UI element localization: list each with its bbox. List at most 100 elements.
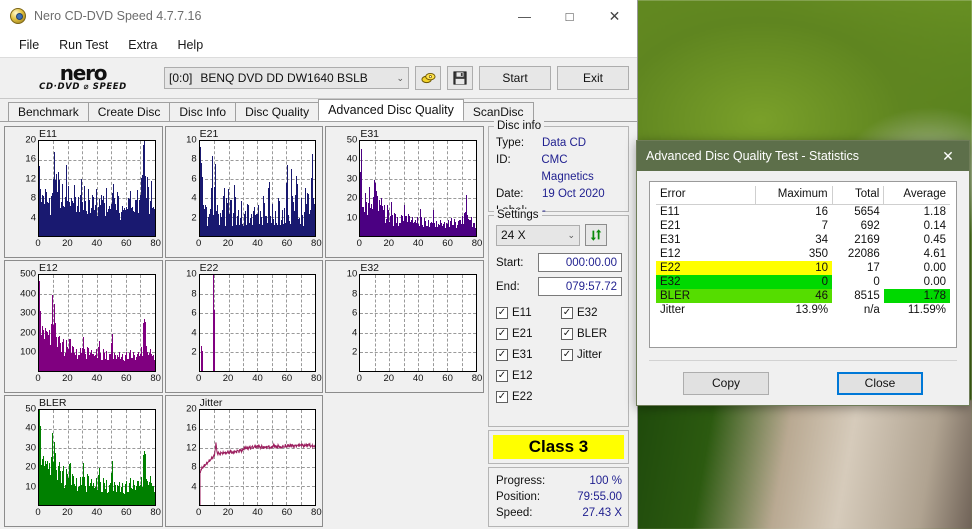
tab-create-disc[interactable]: Create Disc: [87, 102, 171, 121]
start-button[interactable]: Start: [479, 66, 551, 90]
floppy-save-icon: [453, 71, 467, 85]
speed-select[interactable]: 24 X ⌄: [496, 224, 580, 246]
class-badge: Class 3: [493, 435, 624, 459]
column-header: Total: [832, 186, 885, 205]
refresh-button[interactable]: [585, 224, 607, 246]
y-tick-label: 10: [25, 480, 36, 492]
y-tick-label: 30: [25, 441, 36, 453]
chart-grid: E11 4 8 12 16 20 0 20 40 60 80 E21 2 4 6 8 10 0 20 40 60 80 E3…: [4, 126, 484, 527]
checkbox-e32[interactable]: ✓ E32: [561, 303, 622, 322]
minimize-button[interactable]: —: [502, 1, 547, 32]
cell-maximum: 34: [815, 234, 829, 246]
checkmark-icon: ✓: [561, 348, 573, 361]
eject-disc-button[interactable]: [415, 66, 441, 90]
disc-info-group: Disc info Type: Data CD ID: CMC Magnetics Da…: [488, 120, 629, 217]
copy-button[interactable]: Copy: [683, 371, 769, 395]
x-tick-label: 0: [196, 506, 202, 518]
chart-jitter: Jitter 4 8 12 16 20 0 20 40 60 80: [164, 394, 324, 527]
plot-area: [359, 140, 477, 238]
maximize-button[interactable]: □: [547, 1, 592, 32]
cell-error: BLER: [656, 289, 756, 303]
close-dialog-button[interactable]: Close: [837, 371, 923, 395]
end-input[interactable]: 079:57.72: [538, 277, 622, 296]
chevron-down-icon: ⌄: [396, 72, 404, 83]
x-tick-label: 60: [120, 238, 132, 250]
x-axis: 0 20 40 60 80: [196, 372, 322, 387]
x-tick-label: 60: [120, 372, 132, 384]
checkbox-spacer: [561, 387, 622, 406]
x-axis: 0 20 40 60 80: [35, 508, 161, 521]
y-axis: 4 8 12 16 20: [166, 404, 197, 506]
disc-info-value: CMC Magnetics: [541, 154, 594, 183]
speed-row: 24 X ⌄: [496, 224, 622, 246]
checkbox-e22[interactable]: ✓ E22: [496, 387, 557, 406]
cell-error: E31: [660, 234, 681, 246]
disc-info-row: Date: 19 Oct 2020: [496, 186, 622, 203]
y-tick-label: 2: [191, 346, 197, 358]
cell-average: 1.18: [923, 206, 946, 218]
tab-advanced-disc-quality[interactable]: Advanced Disc Quality: [318, 99, 464, 121]
progress-key: Progress:: [496, 475, 546, 487]
checkbox-e12[interactable]: ✓ E12: [496, 366, 557, 385]
x-tick-label: 0: [356, 372, 362, 384]
checkbox-jitter[interactable]: ✓ Jitter: [561, 345, 622, 364]
data-series: [200, 275, 316, 371]
x-tick-label: 0: [35, 238, 41, 250]
cell-error: E21: [660, 220, 681, 232]
cell-average: 0.45: [923, 234, 946, 246]
exit-button[interactable]: Exit: [557, 66, 629, 90]
cell-total: 692: [860, 220, 880, 232]
table-header-row: Error Maximum Total Average: [656, 186, 950, 205]
cell-average: 0.00: [923, 262, 946, 274]
column-header: Maximum: [755, 186, 833, 205]
chart-title: E21: [199, 128, 219, 140]
plot-area: [198, 140, 317, 238]
checkbox-e11[interactable]: ✓ E11: [496, 303, 557, 322]
y-tick-label: 50: [25, 402, 36, 414]
x-tick-label: 60: [442, 238, 453, 250]
close-button[interactable]: ✕: [592, 1, 637, 32]
y-axis: 10 20 30 40 50: [5, 404, 36, 506]
disc-info-row: ID: CMC Magnetics: [496, 152, 622, 186]
title-bar: Nero CD-DVD Speed 4.7.7.16 — □ ✕: [0, 0, 637, 33]
cell-total: 22086: [847, 248, 880, 260]
plot-area: [38, 140, 156, 238]
checkmark-icon: ✓: [496, 348, 508, 361]
tab-scandisc[interactable]: ScanDisc: [462, 102, 534, 121]
checkmark-icon: ✓: [561, 327, 573, 340]
line-path: [200, 410, 316, 505]
chart-title: E31: [360, 128, 380, 140]
tab-disc-info[interactable]: Disc Info: [169, 102, 237, 121]
cell-error: E32: [656, 275, 756, 289]
bar: [314, 204, 316, 237]
x-tick-label: 0: [196, 372, 202, 384]
progress-value: 79:55.00: [577, 491, 622, 503]
checkbox-e21[interactable]: ✓ E21: [496, 324, 557, 343]
chart-e22: E22 2 4 6 8 10 0 20 40 60 80: [164, 260, 324, 393]
y-axis: 2 4 6 8 10: [326, 270, 358, 371]
statistics-dialog: Advanced Disc Quality Test - Statistics …: [636, 140, 970, 406]
drive-select[interactable]: [0:0] BENQ DVD DD DW1640 BSLB ⌄: [164, 67, 409, 89]
y-tick-label: 2: [191, 212, 197, 224]
statistics-table-container: Error Maximum Total Average E11 16 5654 1.18 E2…: [649, 181, 957, 348]
menu-item-help[interactable]: Help: [168, 35, 212, 55]
menu-item-file[interactable]: File: [10, 35, 48, 55]
logo-primary-text: nero: [59, 60, 108, 85]
tab-disc-quality[interactable]: Disc Quality: [235, 102, 320, 121]
dialog-close-icon[interactable]: ✕: [927, 142, 969, 171]
tab-benchmark[interactable]: Benchmark: [8, 102, 89, 121]
checkbox-bler[interactable]: ✓ BLER: [561, 324, 622, 343]
x-tick-label: 20: [383, 372, 395, 384]
menu-item-extra[interactable]: Extra: [119, 35, 166, 55]
speed-value: 24 X: [501, 228, 526, 242]
start-input[interactable]: 000:00.00: [538, 253, 622, 272]
checkbox-e31[interactable]: ✓ E31: [496, 345, 557, 364]
cell-maximum: 0: [755, 275, 833, 289]
save-button[interactable]: [447, 66, 473, 90]
y-tick-label: 10: [346, 212, 358, 224]
checkmark-icon: ✓: [561, 306, 573, 319]
x-tick-label: 0: [356, 238, 362, 250]
chart-title: BLER: [39, 396, 67, 409]
menu-item-run-test[interactable]: Run Test: [50, 35, 117, 55]
table-row: E11 16 5654 1.18: [656, 205, 950, 220]
